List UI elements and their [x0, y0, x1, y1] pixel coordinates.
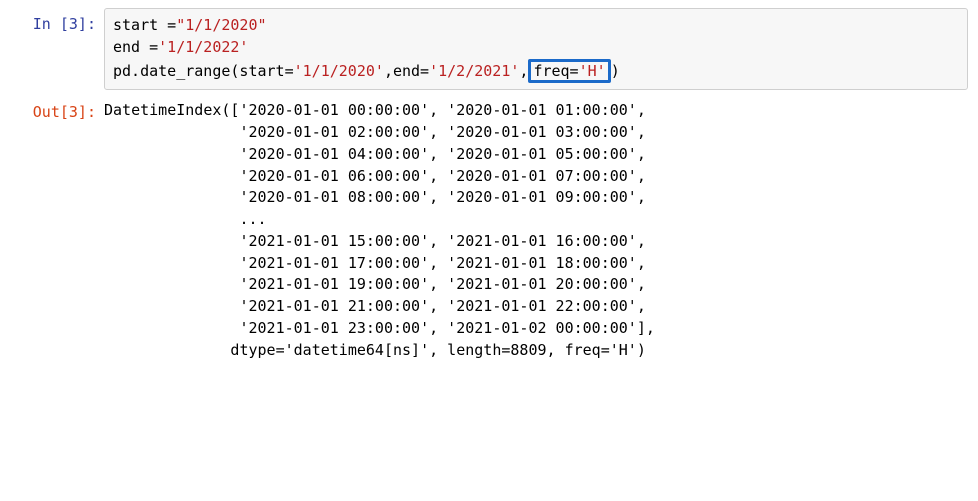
code-token: end = [113, 38, 158, 56]
code-token: start = [113, 16, 176, 34]
output-prompt: Out[3]: [10, 96, 104, 124]
output-line: '2020-01-01 02:00:00', '2020-01-01 03:00… [104, 123, 646, 141]
output-line: '2021-01-01 19:00:00', '2021-01-01 20:00… [104, 275, 646, 293]
code-token: freq= [533, 62, 578, 80]
freq-highlight-box: freq='H' [528, 59, 610, 84]
output-line: '2021-01-01 15:00:00', '2021-01-01 16:00… [104, 232, 646, 250]
input-prompt: In [3]: [10, 8, 104, 36]
code-token: ,end= [384, 62, 429, 80]
input-cell: In [3]: start ="1/1/2020" end ='1/1/2022… [10, 8, 968, 90]
output-line: dtype='datetime64[ns]', length=8809, fre… [104, 341, 646, 359]
string-token: '1/1/2020' [294, 62, 384, 80]
output-line: '2021-01-01 17:00:00', '2021-01-01 18:00… [104, 254, 646, 272]
code-token: ) [611, 62, 620, 80]
string-token: '1/1/2022' [158, 38, 248, 56]
code-token: pd.date_range(start= [113, 62, 294, 80]
string-token: "1/1/2020" [176, 16, 266, 34]
output-line: DatetimeIndex(['2020-01-01 00:00:00', '2… [104, 101, 646, 119]
output-line: '2021-01-01 21:00:00', '2021-01-01 22:00… [104, 297, 646, 315]
output-line: '2020-01-01 04:00:00', '2020-01-01 05:00… [104, 145, 646, 163]
output-cell: Out[3]: DatetimeIndex(['2020-01-01 00:00… [10, 96, 968, 365]
string-token: '1/2/2021' [429, 62, 519, 80]
code-token: , [519, 62, 528, 80]
code-output-area: DatetimeIndex(['2020-01-01 00:00:00', '2… [104, 96, 968, 365]
jupyter-notebook: In [3]: start ="1/1/2020" end ='1/1/2022… [0, 0, 978, 379]
output-line: '2020-01-01 08:00:00', '2020-01-01 09:00… [104, 188, 646, 206]
output-line: ... [104, 210, 267, 228]
string-token: 'H' [579, 62, 606, 80]
output-line: '2020-01-01 06:00:00', '2020-01-01 07:00… [104, 167, 646, 185]
output-line: '2021-01-01 23:00:00', '2021-01-02 00:00… [104, 319, 655, 337]
code-input-area[interactable]: start ="1/1/2020" end ='1/1/2022' pd.dat… [104, 8, 968, 90]
